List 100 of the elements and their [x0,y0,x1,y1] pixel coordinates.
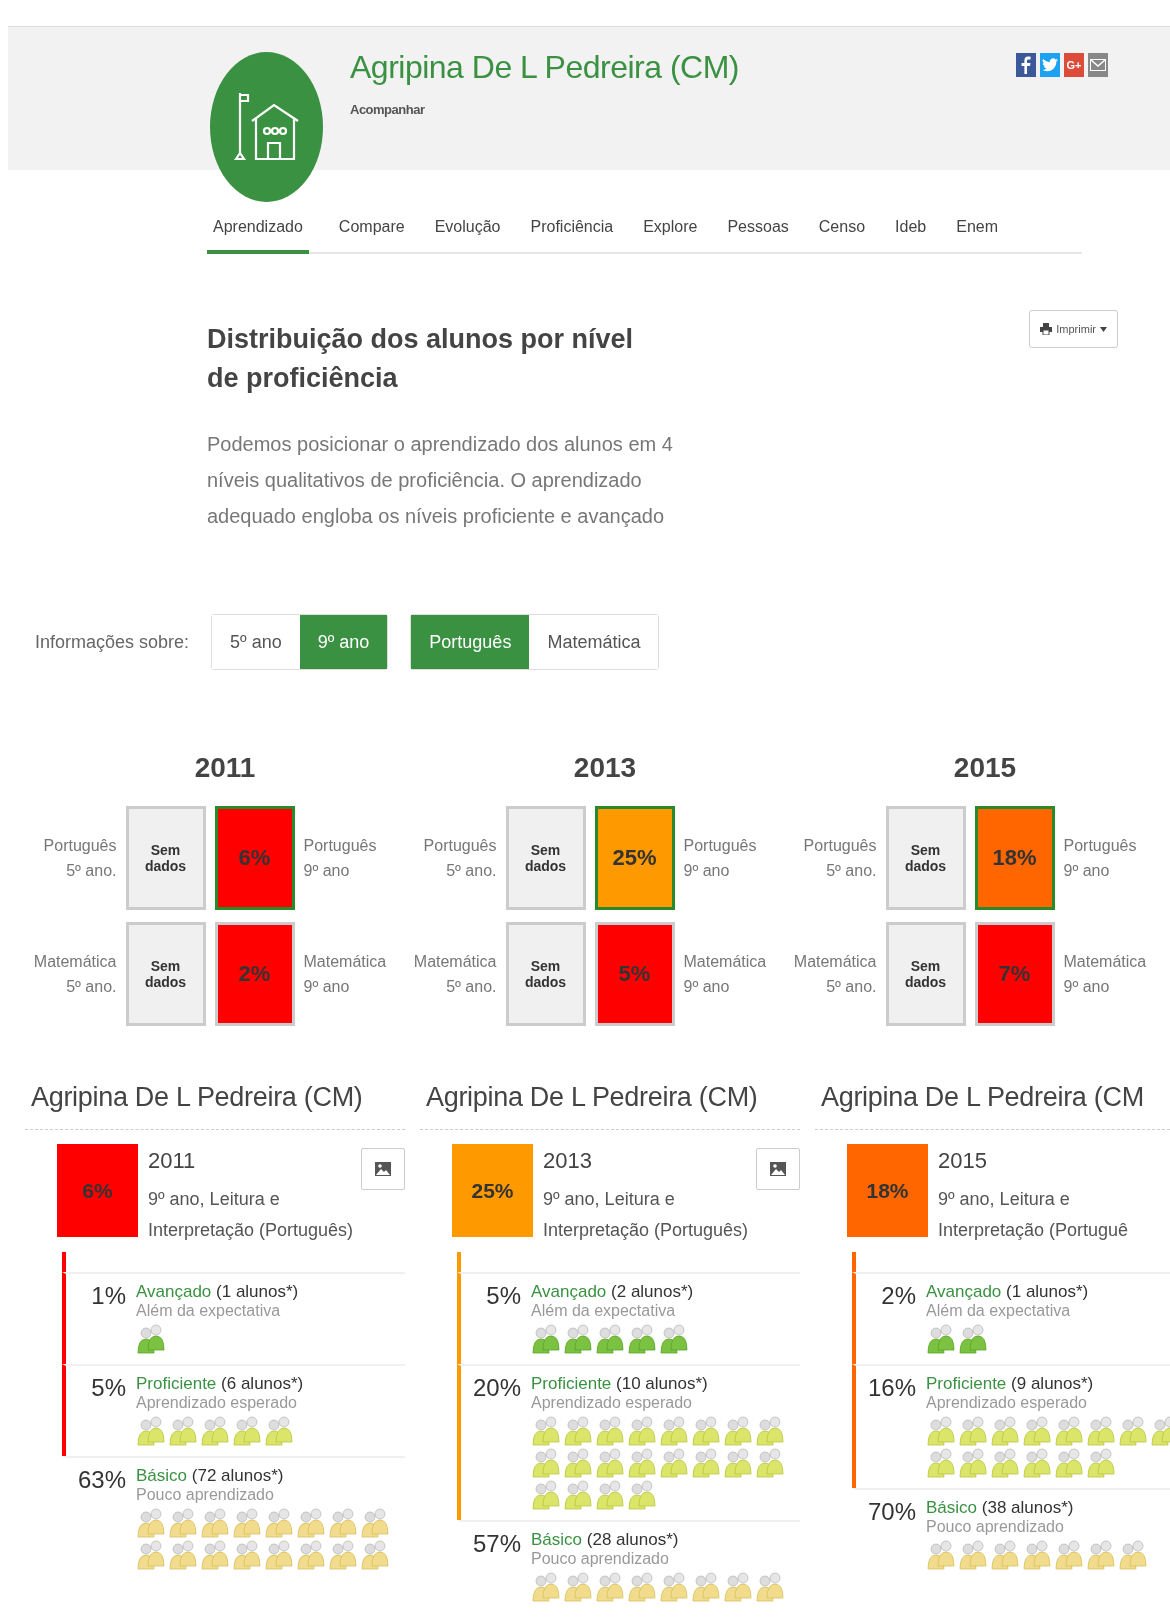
nav-tab[interactable]: Aprendizado [207,208,309,254]
nav-tab[interactable]: Ideb [895,208,927,254]
people-icon [296,1540,326,1570]
people-icon [755,1416,785,1446]
people-icon [168,1540,198,1570]
school-title: Agripina De L Pedreira (CM) [350,49,739,86]
twitter-icon[interactable] [1040,53,1060,77]
print-button[interactable]: Imprimir [1029,310,1118,348]
school-name: Agripina De L Pedreira (CM [815,1068,1170,1130]
level-bar [457,1252,461,1272]
level-note: Além da expectativa [531,1302,677,1320]
people-icon [264,1416,294,1446]
grade-toggle[interactable]: 9º ano [299,615,388,669]
people-icon [1118,1540,1148,1570]
people-icon [136,1416,166,1446]
people-icon [296,1508,326,1538]
score-tile[interactable]: Sem dados [505,922,586,1026]
grade-label: Matemática 5º ano. [412,952,497,997]
facebook-icon[interactable] [1016,53,1036,77]
people-icon [691,1416,721,1446]
people-icon [595,1416,625,1446]
level-percent: 57% [471,1530,522,1559]
people-icon [563,1416,593,1446]
image-button[interactable] [361,1148,405,1190]
people-icon [531,1416,561,1446]
level-title: Proficiente (6 alunos*) [136,1374,305,1394]
nav-tab[interactable]: Pessoas [727,208,789,254]
score-tile[interactable]: Sem dados [125,922,206,1026]
section-description: Podemos posicionar o aprendizado dos alunos em 4 níveis qualitativos de proficiência. O aprendizado adequado engloba os níveis proficiente e avançado [207,432,674,529]
nav-tab[interactable]: Proficiência [530,208,614,254]
people-icon [1054,1448,1084,1478]
level-title: Básico (38 alunos*) [926,1498,1075,1518]
people-icon [990,1448,1020,1478]
people-icon [627,1324,657,1354]
level-percent: 1% [90,1282,127,1311]
card-year: 2015 [938,1148,987,1174]
people-icon [595,1480,625,1510]
people-icon [264,1508,294,1538]
people-icon [1054,1540,1084,1570]
printer-icon [1040,323,1053,335]
nav-tab[interactable]: Censo [818,208,866,254]
follow-link[interactable]: Acompanhar [350,102,739,117]
people-icon [723,1416,753,1446]
people-icon [627,1448,657,1478]
people-icon [232,1508,262,1538]
level-percent: 63% [76,1466,127,1495]
level-percent: 5% [90,1374,127,1403]
people-icon [200,1540,230,1570]
level-note: Aprendizado esperado [531,1394,693,1412]
people-icon [563,1480,593,1510]
year-heading: 2011 [193,752,256,784]
people-icon [926,1416,956,1446]
nav-tab[interactable]: Evolução [434,208,501,254]
people-icon [1022,1540,1052,1570]
level-title: Avançado (2 alunos*) [531,1282,695,1302]
score-tile[interactable]: Sem dados [885,806,966,910]
level-title: Avançado (1 alunos*) [136,1282,300,1302]
score-tile[interactable]: 25% [594,806,675,910]
people-icon [563,1324,593,1354]
people-icon [563,1572,593,1602]
level-note: Além da expectativa [136,1302,282,1320]
level-percent: 2% [880,1282,917,1311]
people-icon [531,1324,561,1354]
level-title: Avançado (1 alunos*) [926,1282,1090,1302]
nav-tab[interactable]: Enem [956,208,998,254]
people-icon [659,1416,689,1446]
email-icon[interactable] [1088,53,1108,77]
google-plus-button[interactable]: G+ [1064,53,1084,77]
nav-tab[interactable]: Compare [338,208,405,254]
people-icon [990,1416,1020,1446]
score-tile[interactable]: Sem dados [125,806,206,910]
people-icon [958,1448,988,1478]
people-icon [360,1508,390,1538]
level-note: Aprendizado esperado [926,1394,1088,1412]
image-button[interactable] [756,1148,800,1190]
subject-toggle[interactable]: Português [411,615,530,669]
score-tile: 6% [57,1144,138,1237]
score-tile[interactable]: 18% [974,806,1055,910]
level-note: Aprendizado esperado [136,1394,298,1412]
score-tile: 25% [452,1144,533,1237]
people-icon [531,1572,561,1602]
level-note: Pouco aprendizado [531,1550,670,1568]
score-tile[interactable]: Sem dados [885,922,966,1026]
card-description: 9º ano, Leitura e Interpretação (Português) [148,1188,355,1242]
people-icon [200,1508,230,1538]
grade-label: Português 5º ano. [802,836,877,881]
people-icon [531,1480,561,1510]
people-icon [168,1508,198,1538]
people-icon [595,1448,625,1478]
grade-label: Matemática 9º ano [303,952,388,997]
people-icon [958,1416,988,1446]
nav-tab[interactable]: Explore [643,208,698,254]
people-icon [723,1448,753,1478]
people-icon [595,1572,625,1602]
level-note: Pouco aprendizado [926,1518,1065,1536]
people-icon [627,1416,657,1446]
grade-label: Português 5º ano. [42,836,117,881]
year-heading: 2013 [572,752,637,784]
people-icon [659,1572,689,1602]
score-tile[interactable]: Sem dados [505,806,586,910]
